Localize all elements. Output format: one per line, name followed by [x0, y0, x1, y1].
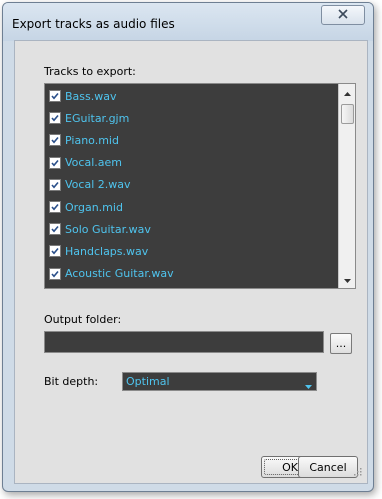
track-item[interactable]: Handclaps.wav	[49, 242, 329, 260]
checkmark-icon	[51, 115, 59, 122]
bit-depth-dropdown[interactable]: Optimal	[122, 372, 317, 391]
track-checkbox[interactable]	[49, 112, 61, 125]
track-checkbox[interactable]	[49, 178, 61, 191]
track-name: Vocal 2.wav	[65, 178, 131, 192]
scroll-up-icon	[343, 86, 351, 99]
track-item[interactable]: Organ.mid	[49, 198, 329, 216]
track-name: Piano.mid	[65, 133, 119, 147]
browse-folder-button[interactable]: ...	[330, 333, 352, 354]
tracks-listbox[interactable]: Bass.wav EGuitar.gjm Piano.mid Vocal.aem Voc…	[44, 83, 356, 289]
ok-button-label: OK	[282, 460, 298, 474]
tracks-scrollbar[interactable]	[338, 84, 355, 288]
checkmark-icon	[51, 248, 59, 255]
checkmark-icon	[51, 159, 59, 167]
scroll-down-button[interactable]	[339, 271, 355, 288]
scroll-down-icon	[343, 273, 351, 286]
track-item[interactable]: Acoustic Guitar.wav	[49, 265, 329, 283]
scroll-thumb[interactable]	[341, 104, 354, 124]
cancel-button[interactable]: Cancel	[298, 456, 358, 478]
checkmark-icon	[51, 92, 59, 100]
bit-depth-value: Optimal	[126, 375, 170, 388]
track-checkbox[interactable]	[49, 223, 61, 236]
checkmark-icon	[51, 226, 59, 233]
track-name: Solo Guitar.wav	[65, 222, 151, 236]
cancel-button-label: Cancel	[309, 460, 347, 474]
bit-depth-label: Bit depth:	[44, 375, 99, 388]
track-item[interactable]: EGuitar.gjm	[49, 109, 329, 127]
track-checkbox[interactable]	[49, 90, 61, 102]
track-name: EGuitar.gjm	[65, 111, 130, 125]
track-name: Bass.wav	[65, 89, 117, 103]
checkmark-icon	[51, 270, 59, 278]
checkmark-icon	[51, 203, 59, 211]
track-name: Acoustic Guitar.wav	[65, 267, 174, 281]
output-folder-field[interactable]	[44, 331, 324, 353]
track-item[interactable]: Solo Guitar.wav	[49, 220, 329, 238]
scroll-up-button[interactable]	[339, 84, 355, 101]
track-name: Vocal.aem	[65, 156, 122, 170]
track-item[interactable]: Bass.wav	[49, 87, 329, 105]
track-name: Handclaps.wav	[65, 244, 149, 258]
chevron-down-icon	[305, 379, 312, 392]
tracks-label: Tracks to export:	[44, 65, 136, 78]
track-checkbox[interactable]	[49, 134, 61, 147]
resize-grip-icon[interactable]	[354, 466, 362, 479]
checkmark-icon	[51, 181, 59, 189]
track-name: Organ.mid	[65, 200, 123, 214]
track-checkbox[interactable]	[49, 201, 61, 213]
track-item[interactable]: Piano.mid	[49, 131, 329, 149]
checkmark-icon	[51, 137, 59, 144]
track-item[interactable]: Vocal.aem	[49, 154, 329, 172]
track-checkbox[interactable]	[49, 245, 61, 258]
browse-button-label: ...	[335, 337, 347, 350]
output-folder-label: Output folder:	[44, 313, 122, 326]
track-checkbox[interactable]	[49, 267, 61, 280]
track-checkbox[interactable]	[49, 156, 61, 169]
track-item[interactable]: Vocal 2.wav	[49, 176, 329, 194]
